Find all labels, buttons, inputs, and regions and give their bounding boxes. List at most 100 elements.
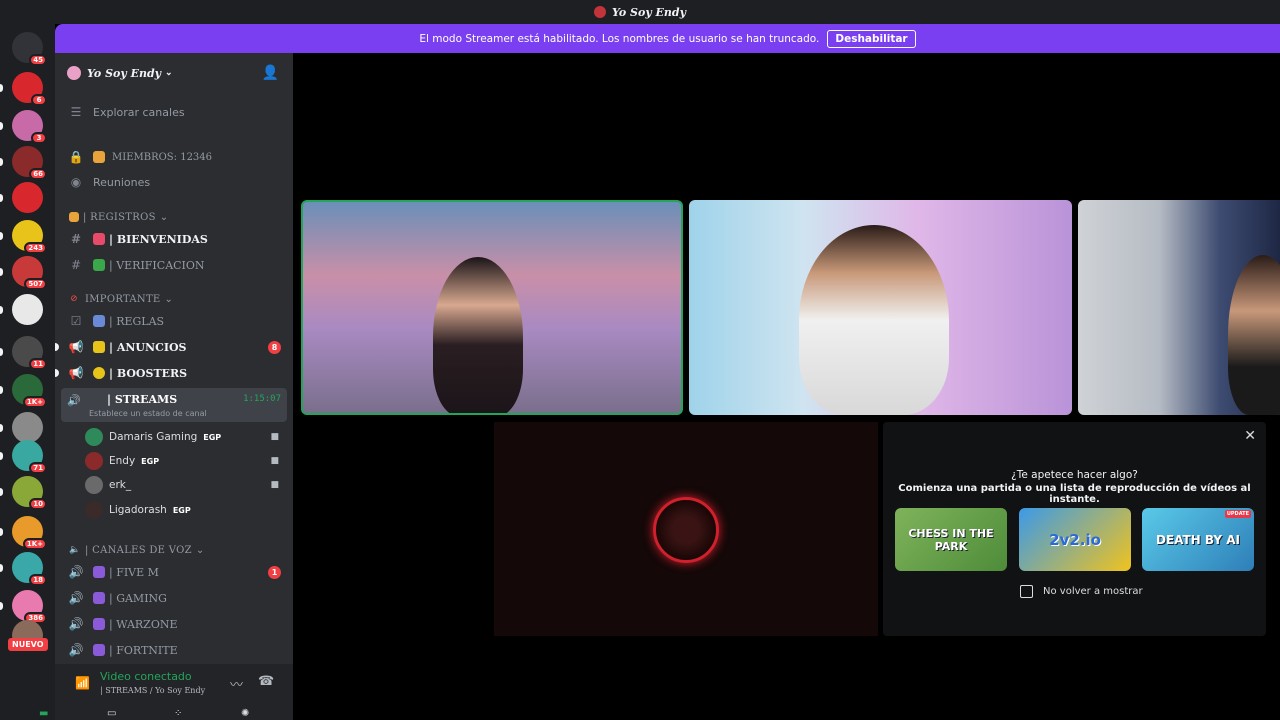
- checkbox[interactable]: [1020, 585, 1033, 598]
- noise-suppression-icon[interactable]: 〰: [230, 674, 243, 693]
- explore-channels[interactable]: ☰ Explorar canales: [55, 100, 293, 124]
- channel-bienvenidas[interactable]: # | BIENVENIDAS: [55, 227, 293, 251]
- server-icon[interactable]: [12, 294, 43, 325]
- alien-icon: [93, 566, 105, 578]
- voice-user-name: Endy: [109, 455, 136, 467]
- activity-card-death-by-ai[interactable]: UPDATE DEATH BY AI: [1142, 508, 1254, 571]
- voice-channel-fivem[interactable]: 🔊 | FIVE M 1: [55, 560, 293, 584]
- category-importante[interactable]: ⊘ IMPORTANTE ⌄: [55, 287, 293, 311]
- video-tile-ligadorash[interactable]: [494, 422, 878, 636]
- camera-icon: ■: [270, 432, 279, 442]
- channel-label: | VERIFICACION: [109, 258, 205, 272]
- soundboard-icon[interactable]: ✺: [241, 708, 249, 719]
- server-icon[interactable]: [12, 182, 43, 213]
- activity-title: DEATH BY AI: [1155, 532, 1241, 547]
- video-tile-erk[interactable]: [1078, 200, 1280, 415]
- video-tile-damaris[interactable]: [301, 200, 683, 415]
- voice-user-name: Damaris Gaming: [109, 431, 198, 443]
- activity-card-chess[interactable]: CHESS IN THE PARK: [895, 508, 1007, 571]
- notification-badge: 243: [24, 242, 47, 254]
- notification-badge: 10: [29, 498, 47, 510]
- unread-indicator: [0, 306, 3, 314]
- channel-verificacion[interactable]: # | VERIFICACION: [55, 253, 293, 277]
- notification-badge: 11: [29, 358, 47, 370]
- meetings-link[interactable]: ◉ Reuniones: [55, 170, 293, 194]
- activity-icon[interactable]: ⁘: [174, 708, 182, 719]
- hashtag-icon: #: [70, 258, 82, 272]
- voice-channel-gaming[interactable]: 🔊 | GAMING: [55, 586, 293, 610]
- channel-status-prompt[interactable]: Establece un estado de canal: [89, 409, 207, 418]
- server-logo-icon: [593, 6, 606, 18]
- voice-user[interactable]: Ligadorash EGP: [85, 499, 285, 521]
- notification-badge: 6: [31, 94, 47, 106]
- voice-status: Video conectado: [100, 670, 192, 683]
- unread-indicator: [0, 158, 3, 166]
- explore-channels-label: Explorar canales: [93, 105, 185, 119]
- voice-channel-fortnite[interactable]: 🔊 | FORTNITE: [55, 638, 293, 662]
- screen-share-icon[interactable]: ▭: [107, 708, 116, 719]
- guild-header[interactable]: Yo Soy Endy ⌄ 👤: [55, 53, 293, 93]
- notification-badge: 1K+: [22, 538, 47, 550]
- unread-indicator: [0, 424, 3, 432]
- server-icon[interactable]: 1K+: [12, 516, 47, 550]
- unread-indicator: [55, 343, 59, 351]
- camera-icon: ■: [270, 480, 279, 490]
- server-icon[interactable]: 1K+: [12, 374, 47, 408]
- speaker-icon: 🔈: [69, 545, 81, 555]
- unread-indicator: [0, 488, 3, 496]
- signal-icon[interactable]: 📶: [75, 676, 90, 690]
- channel-reglas[interactable]: ☑ | REGLAS: [55, 309, 293, 333]
- window-titlebar: Yo Soy Endy: [0, 0, 1280, 24]
- channel-label: | GAMING: [109, 591, 167, 605]
- update-badge: UPDATE: [1224, 510, 1251, 518]
- banner-text: El modo Streamer está habilitado. Los no…: [419, 32, 820, 45]
- new-badge: NUEVO: [8, 638, 48, 651]
- unread-indicator: [0, 268, 3, 276]
- channel-streams[interactable]: 🔊 | STREAMS Establece un estado de canal…: [61, 388, 287, 422]
- server-icon[interactable]: 66: [12, 146, 47, 180]
- people-icon: [93, 151, 105, 163]
- voice-user[interactable]: erk_ ■: [85, 474, 285, 496]
- category-registros[interactable]: | REGISTROS ⌄: [55, 205, 293, 229]
- category-voz[interactable]: 🔈 | CANALES DE VOZ ⌄: [55, 538, 293, 562]
- clan-tag: EGP: [141, 456, 160, 466]
- lock-icon: 🔒: [68, 150, 84, 164]
- alien-icon: [93, 592, 105, 604]
- avatar: [85, 476, 103, 494]
- disconnect-icon[interactable]: ☎: [258, 674, 274, 689]
- video-tile-endy[interactable]: [689, 200, 1072, 415]
- streamer-figure: [1228, 255, 1280, 415]
- server-icon[interactable]: 18: [12, 552, 47, 586]
- server-icon[interactable]: 386: [12, 590, 47, 624]
- activity-title: CHESS IN THE PARK: [908, 526, 994, 553]
- server-icon[interactable]: 3: [12, 110, 47, 144]
- dont-show-again[interactable]: No volver a mostrar: [1020, 585, 1143, 598]
- server-icon[interactable]: 10: [12, 476, 47, 510]
- activity-card-2v2[interactable]: 2v2.io: [1019, 508, 1131, 571]
- list-icon: ☰: [70, 105, 82, 119]
- server-icon[interactable]: 71: [12, 440, 47, 474]
- unread-indicator: [0, 528, 3, 536]
- voice-user[interactable]: Endy EGP ■: [85, 450, 285, 472]
- voice-channel-warzone[interactable]: 🔊 | WARZONE: [55, 612, 293, 636]
- disable-streamer-button[interactable]: Deshabilitar: [827, 29, 916, 48]
- server-icon[interactable]: 6: [12, 72, 47, 106]
- server-icon[interactable]: 243: [12, 220, 47, 254]
- channel-label: | REGLAS: [109, 314, 165, 328]
- voice-location: | STREAMS / Yo Soy Endy: [100, 686, 206, 695]
- close-icon[interactable]: ✕: [1244, 428, 1256, 444]
- server-icon[interactable]: [12, 412, 43, 443]
- speaker-icon: 🔊: [68, 617, 84, 631]
- server-icon[interactable]: 507: [12, 256, 47, 290]
- add-member-icon[interactable]: 👤: [262, 65, 279, 81]
- voice-user[interactable]: Damaris Gaming EGP ■: [85, 426, 285, 448]
- channel-boosters[interactable]: 📢 | BOOSTERS: [55, 361, 293, 385]
- server-icon[interactable]: 11: [12, 336, 47, 370]
- camera-icon[interactable]: ▬: [39, 708, 48, 719]
- unread-indicator: [0, 386, 3, 394]
- streamer-figure: [799, 225, 949, 415]
- stage-icon: ◉: [70, 175, 82, 189]
- channel-anuncios[interactable]: 📢 | ANUNCIOS 8: [55, 335, 293, 359]
- server-icon[interactable]: 45: [12, 32, 47, 66]
- channel-label: | BIENVENIDAS: [109, 232, 208, 246]
